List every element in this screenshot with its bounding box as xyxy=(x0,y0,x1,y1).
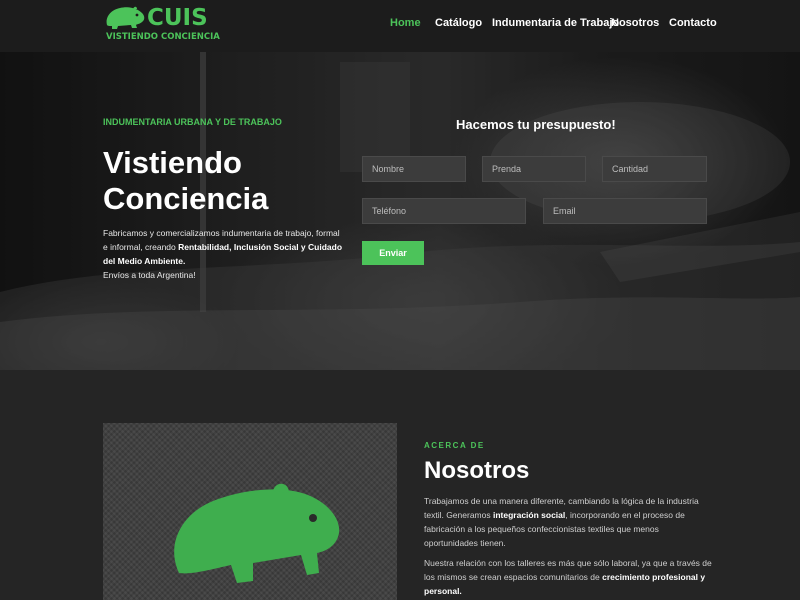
guinea-pig-icon xyxy=(106,6,145,29)
email-field[interactable] xyxy=(543,198,707,224)
submit-button[interactable]: Enviar xyxy=(362,241,424,265)
name-field[interactable] xyxy=(362,156,466,182)
hero-desc-shipping: Envíos a toda Argentina! xyxy=(103,270,196,280)
nav-indumentaria-trabajo[interactable]: Indumentaria de Trabajo xyxy=(492,17,619,29)
about-paragraph-2: Nuestra relación con los talleres es más… xyxy=(424,556,714,598)
guinea-pig-icon xyxy=(174,483,340,583)
phone-field[interactable] xyxy=(362,198,526,224)
quote-form-title: Hacemos tu presupuesto! xyxy=(456,117,616,132)
about-image xyxy=(103,423,397,600)
brand-name: CUIS xyxy=(147,5,208,31)
hero-description: Fabricamos y comercializamos indumentari… xyxy=(103,226,343,282)
about-p1-bold: integración social xyxy=(492,510,566,520)
about-paragraph-1: Trabajamos de una manera diferente, camb… xyxy=(424,494,714,550)
nav-catalogo[interactable]: Catálogo xyxy=(435,17,482,29)
nav-contacto[interactable]: Contacto xyxy=(669,17,717,29)
quantity-field[interactable] xyxy=(602,156,707,182)
about-title: Nosotros xyxy=(424,457,530,484)
about-eyebrow: ACERCA DE xyxy=(424,441,485,450)
hero-title: Vistiendo Conciencia xyxy=(103,145,269,216)
brand-logo[interactable]: CUIS VISTIENDO CONCIENCIA xyxy=(104,4,220,44)
site-header: CUIS VISTIENDO CONCIENCIA Home Catálogo … xyxy=(0,0,800,52)
nav-nosotros[interactable]: Nosotros xyxy=(611,17,659,29)
garment-field[interactable] xyxy=(482,156,586,182)
brand-tagline: VISTIENDO CONCIENCIA xyxy=(106,32,220,42)
hero-eyebrow: INDUMENTARIA URBANA Y DE TRABAJO xyxy=(103,117,282,127)
nav-home[interactable]: Home xyxy=(390,17,421,29)
